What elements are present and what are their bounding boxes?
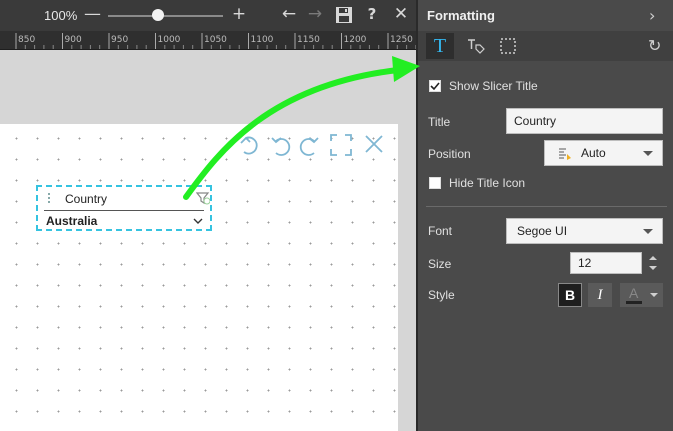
title-label: Title [428,115,451,129]
bold-button[interactable]: B [558,283,582,307]
title-input[interactable]: Country [506,108,663,134]
formatting-panel: Formatting › T ↻ Show Slicer Title Title… [416,0,673,431]
zoom-slider-track[interactable] [108,15,223,17]
help-icon[interactable]: ? [365,6,379,23]
position-auto-icon [559,148,571,160]
text-format-tab-icon[interactable]: T [426,33,454,59]
caret-down-icon [643,151,653,156]
label-tag-tab-icon[interactable] [462,33,490,59]
ruler-tick-label: 900 [65,35,82,45]
font-dropdown[interactable]: Segoe UI [506,218,663,244]
position-dropdown[interactable]: Auto [544,140,663,166]
slicer-title: Country [65,192,108,206]
border-tab-icon[interactable] [494,33,522,59]
zoom-out-icon[interactable]: — [84,6,101,23]
italic-button[interactable]: I [588,283,612,307]
show-title-label: Show Slicer Title [449,79,538,93]
save-icon[interactable] [335,6,353,24]
close-icon[interactable]: ✕ [393,6,409,23]
size-label: Size [428,257,452,271]
rotate-icon[interactable] [240,136,258,155]
zoom-slider-thumb[interactable] [152,9,164,21]
font-color-picker[interactable]: A [620,283,663,307]
ruler-tick-label: 1050 [204,35,227,45]
ruler-tick-label: 1000 [158,35,181,45]
size-input[interactable]: 12 [570,252,642,274]
undo-back-icon[interactable]: ← [280,6,298,23]
ruler-tick-label: 1150 [297,35,320,45]
dashboard-page[interactable] [0,124,398,431]
size-stepper[interactable] [646,252,660,274]
chevron-right-icon[interactable]: › [649,6,655,25]
maximize-icon[interactable] [330,134,352,156]
ruler-tick-label: 950 [111,35,128,45]
redo-icon[interactable] [299,137,319,156]
chevron-down-icon[interactable] [192,215,204,227]
position-label: Position [428,147,471,161]
filter-icon[interactable] [196,191,210,205]
slicer-divider [44,210,204,211]
ruler-tick-label: 1200 [344,35,367,45]
font-label: Font [428,224,453,238]
section-divider [426,206,667,207]
canvas-margin [398,124,416,431]
panel-title: Formatting [427,8,495,23]
country-slicer[interactable]: Country Australia [36,185,212,231]
font-value: Segoe UI [517,224,568,238]
font-color-swatch [626,301,642,304]
show-title-checkbox[interactable] [429,80,441,92]
caret-down-icon [650,293,658,297]
widget-controls [240,134,383,156]
delete-widget-icon[interactable] [365,135,383,153]
slicer-selected-value[interactable]: Australia [46,214,97,228]
reset-icon[interactable]: ↻ [648,36,661,55]
ruler-tick-label: 1100 [251,35,274,45]
caret-down-icon [643,229,653,234]
horizontal-ruler: 850 900 950 1000 1050 1100 1150 1200 1250 [0,31,416,50]
panel-header: Formatting › [418,0,673,31]
font-color-icon: A [629,285,639,301]
zoom-level: 100% [44,8,78,23]
position-value: Auto [581,146,606,160]
redo-forward-icon[interactable]: → [306,6,324,23]
ruler-tick-label: 1250 [390,35,413,45]
top-toolbar: 100% — + ← → ? ✕ [0,0,416,31]
style-label: Style [428,288,455,302]
ruler-ticks: 850 900 950 1000 1050 1100 1150 1200 1250 [15,33,416,49]
panel-tabs: T ↻ [418,31,673,61]
hide-title-icon-checkbox[interactable] [429,177,441,189]
slicer-title-icon [48,193,58,203]
ruler-tick-label: 850 [18,35,35,45]
zoom-in-icon[interactable]: + [231,6,247,23]
undo-icon[interactable] [271,137,291,156]
hide-title-icon-label: Hide Title Icon [449,176,526,190]
